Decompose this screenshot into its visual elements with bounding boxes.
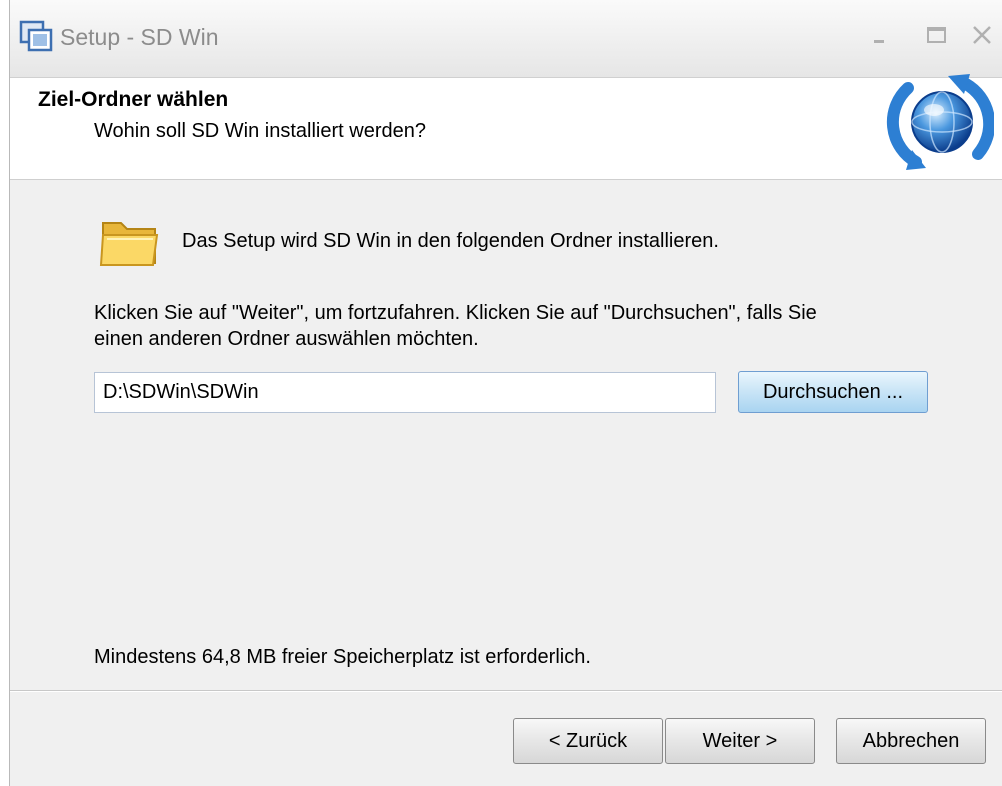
page-subtitle: Wohin soll SD Win installiert werden? xyxy=(94,120,426,142)
minimize-icon[interactable] xyxy=(865,20,895,50)
folder-icon xyxy=(99,222,159,266)
title-bar[interactable]: Setup - SD Win xyxy=(10,0,1002,78)
setup-app-icon xyxy=(19,20,53,52)
page-title: Ziel-Ordner wählen xyxy=(38,88,229,111)
install-intro-text: Das Setup wird SD Win in den folgenden O… xyxy=(182,230,719,252)
globe-refresh-icon xyxy=(886,74,994,170)
next-button[interactable]: Weiter > xyxy=(665,718,815,764)
maximize-icon[interactable] xyxy=(922,20,952,50)
footer-divider xyxy=(10,690,1002,692)
instruction-text: Klicken Sie auf "Weiter", um fortzufahre… xyxy=(94,300,817,352)
install-path-input[interactable]: D:\SDWin\SDWin xyxy=(94,372,716,413)
close-icon[interactable] xyxy=(967,20,997,50)
back-button[interactable]: < Zurück xyxy=(513,718,663,764)
cancel-button[interactable]: Abbrechen xyxy=(836,718,986,764)
instruction-line-1: Klicken Sie auf "Weiter", um fortzufahre… xyxy=(94,302,817,324)
window-title: Setup - SD Win xyxy=(60,24,219,50)
wizard-header: Ziel-Ordner wählen Wohin soll SD Win ins… xyxy=(10,74,1002,180)
disk-space-text: Mindestens 64,8 MB freier Speicherplatz … xyxy=(94,646,591,668)
instruction-line-2: einen anderen Ordner auswählen möchten. xyxy=(94,328,479,350)
browse-button[interactable]: Durchsuchen ... xyxy=(738,371,928,413)
setup-window: Setup - SD Win Ziel-Ordner wählen Wohin … xyxy=(9,0,1002,786)
